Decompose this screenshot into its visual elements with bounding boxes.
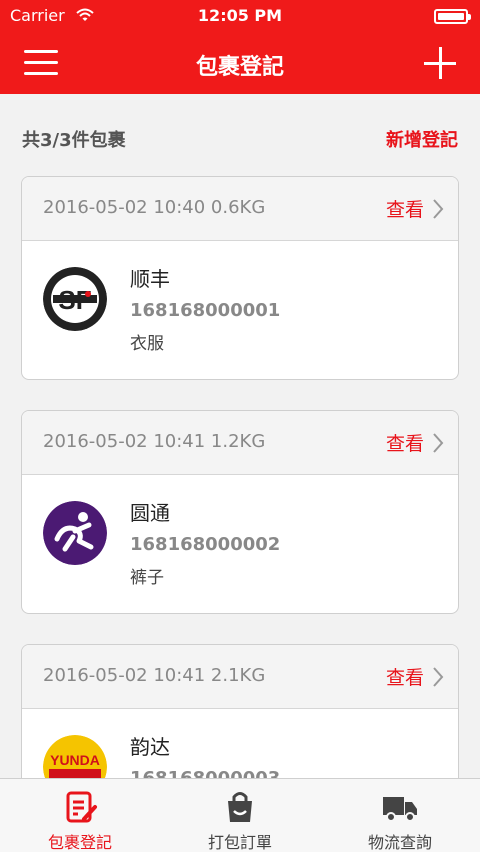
courier-name: 圆通 bbox=[130, 501, 170, 525]
tracking-number: 168168000001 bbox=[130, 300, 281, 321]
tab-label: 打包訂單 bbox=[207, 833, 272, 852]
package-info: 圆通 168168000002 裤子 bbox=[130, 497, 280, 588]
add-button[interactable] bbox=[424, 47, 456, 79]
status-bar: Carrier 12:05 PM bbox=[0, 0, 480, 32]
package-card: 2016-05-02 10:41 1.2KG 查看 圆通 16816800000… bbox=[21, 410, 459, 614]
svg-text:YUNDA: YUNDA bbox=[50, 752, 100, 768]
sf-express-logo: SF bbox=[43, 267, 107, 331]
item-description: 衣服 bbox=[130, 334, 164, 354]
courier-name: 顺丰 bbox=[130, 267, 170, 291]
view-button[interactable]: 查看 bbox=[386, 195, 444, 222]
courier-name: 韵达 bbox=[130, 735, 170, 759]
item-description: 裤子 bbox=[130, 568, 164, 588]
view-button[interactable]: 查看 bbox=[386, 429, 444, 456]
view-label: 查看 bbox=[385, 199, 424, 221]
package-list: 2016-05-02 10:40 0.6KG 查看 SF 顺丰 16816800… bbox=[21, 176, 459, 852]
package-card-body: 圆通 168168000002 裤子 bbox=[22, 475, 458, 613]
svg-text:SF: SF bbox=[58, 285, 91, 315]
tracking-number: 168168000002 bbox=[130, 534, 281, 555]
package-meta: 2016-05-02 10:41 1.2KG bbox=[43, 431, 266, 452]
tab-logistics-query[interactable]: 物流查詢 bbox=[320, 779, 480, 852]
bag-icon bbox=[228, 792, 252, 822]
new-register-link[interactable]: 新增登記 bbox=[386, 126, 458, 152]
tab-bar: 包裹登記 打包訂單 物流查詢 bbox=[0, 778, 480, 852]
tab-label: 物流查詢 bbox=[367, 833, 432, 852]
tab-packing-order[interactable]: 打包訂單 bbox=[160, 779, 320, 852]
package-card-header: 2016-05-02 10:41 2.1KG 查看 bbox=[22, 645, 458, 709]
chevron-right-icon bbox=[433, 666, 444, 687]
page-title: 包裹登記 bbox=[195, 55, 284, 80]
truck-icon bbox=[383, 797, 417, 822]
view-label: 查看 bbox=[385, 433, 424, 455]
package-register-icon bbox=[66, 791, 97, 823]
package-meta: 2016-05-02 10:41 2.1KG bbox=[43, 665, 266, 686]
tab-label: 包裹登記 bbox=[47, 833, 112, 852]
chevron-right-icon bbox=[433, 198, 444, 219]
view-button[interactable]: 查看 bbox=[386, 663, 444, 690]
package-card-header: 2016-05-02 10:40 0.6KG 查看 bbox=[22, 177, 458, 241]
package-card-header: 2016-05-02 10:41 1.2KG 查看 bbox=[22, 411, 458, 475]
battery-icon bbox=[434, 9, 471, 24]
yto-express-logo bbox=[43, 501, 107, 565]
clock: 12:05 PM bbox=[197, 6, 283, 25]
package-card-body: SF 顺丰 168168000001 衣服 bbox=[22, 241, 458, 379]
package-info: 顺丰 168168000001 衣服 bbox=[130, 263, 280, 354]
package-card: 2016-05-02 10:40 0.6KG 查看 SF 顺丰 16816800… bbox=[21, 176, 459, 380]
view-label: 查看 bbox=[385, 667, 424, 689]
tab-package-register[interactable]: 包裹登記 bbox=[0, 779, 160, 852]
package-count: 共3/3件包裹 bbox=[22, 130, 126, 151]
package-meta: 2016-05-02 10:40 0.6KG bbox=[43, 197, 266, 218]
chevron-right-icon bbox=[433, 432, 444, 453]
nav-bar: 包裹登記 bbox=[0, 32, 480, 94]
